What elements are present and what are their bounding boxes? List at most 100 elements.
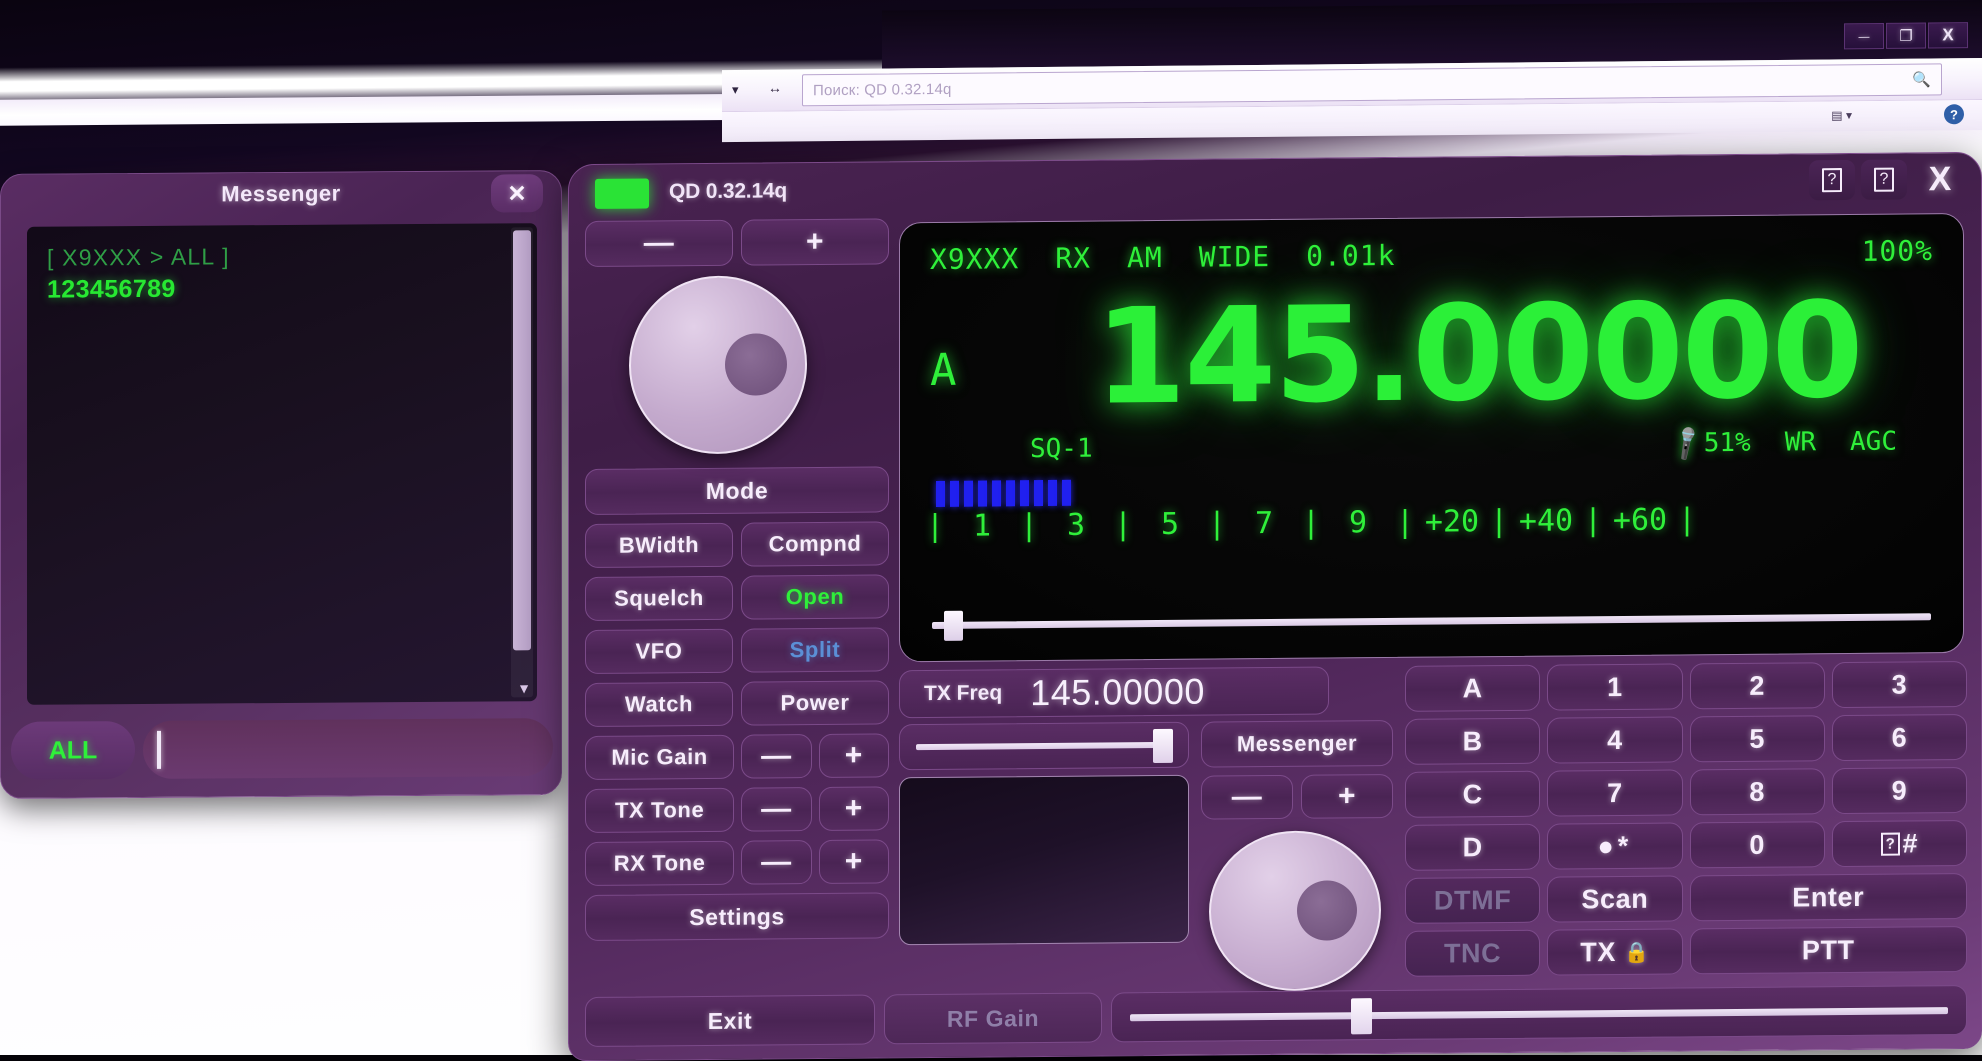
key-7-button[interactable]: 7 <box>1547 769 1683 817</box>
messenger-scrollbar[interactable] <box>511 227 533 698</box>
chevron-down-icon[interactable]: ▾ <box>732 82 739 98</box>
maximize-icon[interactable]: ❐ <box>1886 22 1926 49</box>
refresh-icon[interactable]: ↔ <box>768 80 782 96</box>
scratchpad-panel[interactable] <box>899 774 1189 946</box>
minimize-icon[interactable]: — <box>1844 22 1884 50</box>
explorer-window-controls: — ❐ X <box>1844 22 1968 50</box>
s-meter-tick: | <box>1113 507 1133 543</box>
rx-tone-row: RX Tone — + <box>585 839 889 887</box>
tx-tone-button[interactable]: TX Tone <box>585 787 735 834</box>
messenger-close-button[interactable]: ✕ <box>491 174 543 213</box>
rx-tone-button[interactable]: RX Tone <box>585 840 735 887</box>
key-star-button[interactable]: ●* <box>1547 822 1683 870</box>
rf-slider-track <box>1130 1007 1948 1022</box>
key-5-button[interactable]: 5 <box>1689 715 1825 763</box>
secondary-knob[interactable] <box>1209 830 1381 992</box>
watch-button[interactable]: Watch <box>585 681 733 728</box>
tx-slider-thumb[interactable] <box>1153 728 1174 764</box>
help-box-icon-1[interactable]: ? <box>1809 159 1855 201</box>
tx-frequency-bar[interactable]: TX Freq 145.00000 <box>899 666 1329 719</box>
key-c-button[interactable]: C <box>1405 770 1541 818</box>
key-d-button[interactable]: D <box>1405 823 1541 871</box>
radio-close-button[interactable]: X <box>1913 159 1967 199</box>
help-box-icon-2[interactable]: ? <box>1861 159 1907 200</box>
lcd-flags: 🎤 51% WR AGC <box>1667 423 1897 463</box>
key-3-button[interactable]: 3 <box>1831 660 1967 709</box>
exit-button[interactable]: Exit <box>585 994 875 1048</box>
key-tx-button[interactable]: TX 🔒 <box>1547 928 1683 976</box>
glyph: ? <box>1873 167 1895 192</box>
squelch-value-button[interactable]: Open <box>741 574 889 620</box>
help-icon[interactable]: ? <box>1944 104 1964 125</box>
key-dtmf-button[interactable]: DTMF <box>1405 876 1541 924</box>
messenger-button[interactable]: Messenger <box>1201 719 1393 768</box>
key-enter-button[interactable]: Enter <box>1689 872 1967 922</box>
view-mode-icon[interactable]: ▤ ▾ <box>1831 108 1852 122</box>
key-2-button[interactable]: 2 <box>1689 662 1825 710</box>
s-meter-label: 5 <box>1160 506 1180 542</box>
key-b-button[interactable]: B <box>1405 717 1541 765</box>
lcd-mic-level: 🎤 51% <box>1667 423 1751 463</box>
key-a-button[interactable]: A <box>1405 664 1541 712</box>
s-meter-tick: | <box>1677 502 1697 538</box>
s-meter-bars <box>936 479 1071 507</box>
mic-gain-button[interactable]: Mic Gain <box>585 734 735 781</box>
power-button[interactable]: Power <box>741 680 889 726</box>
s-meter-label: +60 <box>1612 502 1668 539</box>
key-tnc-button[interactable]: TNC <box>1405 929 1541 977</box>
bwidth-button[interactable]: BWidth <box>585 522 733 569</box>
right-plus-button[interactable]: + <box>1301 773 1393 819</box>
tx-tone-minus-button[interactable]: — <box>741 787 812 832</box>
s-meter-tick: | <box>1301 505 1321 541</box>
s-meter-label: 9 <box>1348 505 1368 541</box>
mic-gain-plus-button[interactable]: + <box>818 733 889 778</box>
key-0-button[interactable]: 0 <box>1689 821 1825 869</box>
key-ptt-button[interactable]: PTT <box>1689 925 1967 975</box>
key-8-button[interactable]: 8 <box>1689 768 1825 816</box>
rx-tone-plus-button[interactable]: + <box>818 839 889 884</box>
rx-tone-minus-button[interactable]: — <box>741 840 812 885</box>
split-button[interactable]: Split <box>741 627 889 673</box>
messenger-destination-button[interactable]: ALL <box>11 721 135 780</box>
s-meter-bar <box>992 480 1001 507</box>
lcd-modulation: AM <box>1127 240 1163 275</box>
search-icon: 🔍 <box>1912 71 1931 89</box>
right-minus-button[interactable]: — <box>1201 774 1293 820</box>
vfo-button[interactable]: VFO <box>585 628 733 675</box>
explorer-search-input[interactable]: Поиск: QD 0.32.14q 🔍 <box>802 63 1942 107</box>
tx-tone-plus-button[interactable]: + <box>818 786 889 831</box>
s-meter-bar <box>936 480 945 507</box>
close-icon[interactable]: X <box>1928 22 1968 49</box>
knob-dimple <box>725 333 787 396</box>
compnd-button[interactable]: Compnd <box>741 521 889 567</box>
key-4-button[interactable]: 4 <box>1547 716 1683 764</box>
tx-power-slider[interactable] <box>899 721 1189 771</box>
key-hash-button[interactable]: ? # <box>1831 819 1967 868</box>
lcd-callsign: X9XXX <box>930 242 1020 277</box>
increment-button[interactable]: + <box>741 218 889 266</box>
s-meter-tick: | <box>1019 508 1039 544</box>
mic-gain-minus-button[interactable]: — <box>741 734 812 779</box>
key-6-button[interactable]: 6 <box>1831 713 1967 762</box>
messenger-text-input[interactable] <box>143 718 553 779</box>
key-1-button[interactable]: 1 <box>1547 663 1683 711</box>
scroll-down-icon[interactable]: ▼ <box>517 680 531 696</box>
settings-button[interactable]: Settings <box>585 892 889 942</box>
s-meter-bar <box>1006 480 1015 507</box>
messenger-input-row: ALL <box>11 714 553 784</box>
key-scan-button[interactable]: Scan <box>1547 875 1683 923</box>
volume-slider[interactable] <box>922 602 1941 641</box>
s-meter-bar <box>978 480 987 507</box>
rf-gain-slider[interactable] <box>1111 984 1967 1043</box>
mode-button[interactable]: Mode <box>585 466 889 516</box>
bottom-control-strip: Exit RF Gain <box>585 984 1967 1048</box>
rf-slider-thumb[interactable] <box>1351 998 1373 1035</box>
s-meter-bar <box>1034 480 1043 507</box>
volume-slider-thumb[interactable] <box>944 610 964 641</box>
messenger-scroll-thumb[interactable] <box>513 230 531 651</box>
tuning-knob[interactable] <box>629 275 807 455</box>
squelch-button[interactable]: Squelch <box>585 575 733 622</box>
key-9-button[interactable]: 9 <box>1831 766 1967 815</box>
rf-gain-button[interactable]: RF Gain <box>884 992 1102 1045</box>
decrement-button[interactable]: — <box>585 219 733 268</box>
